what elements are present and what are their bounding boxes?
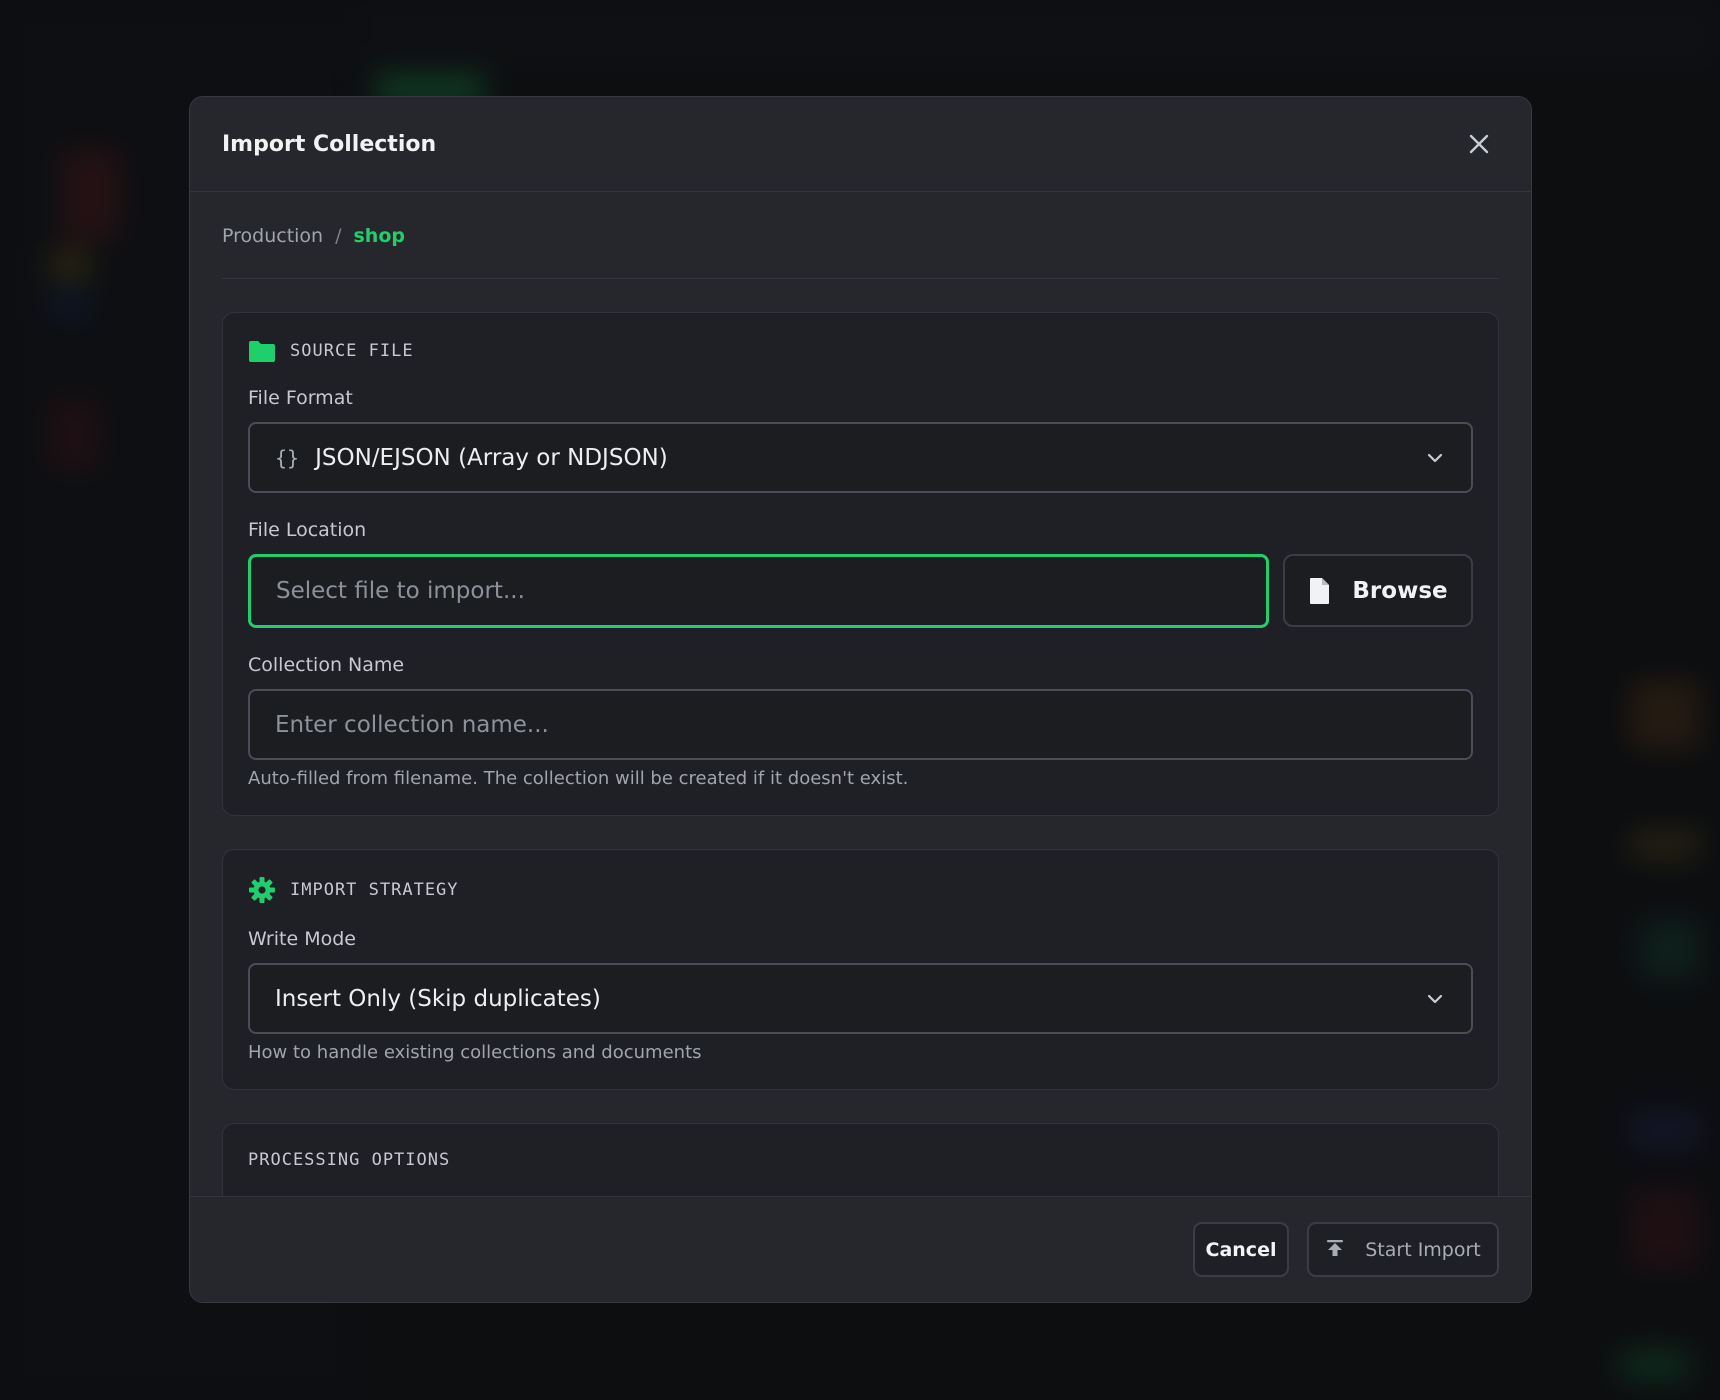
cancel-label: Cancel: [1205, 1238, 1277, 1261]
folder-icon: [249, 341, 275, 362]
processing-options-section: PROCESSING OPTIONS: [222, 1123, 1499, 1196]
breadcrumb-database: shop: [353, 224, 406, 247]
file-location-row: Browse: [248, 554, 1473, 628]
breadcrumb: Production / shop: [222, 193, 1499, 279]
close-icon: [1469, 134, 1489, 154]
source-file-title: SOURCE FILE: [290, 341, 414, 361]
collection-name-hint: Auto-filled from filename. The collectio…: [248, 768, 909, 789]
start-import-label: Start Import: [1365, 1238, 1481, 1261]
collection-name-input[interactable]: [248, 689, 1473, 760]
braces-icon: {}: [275, 445, 300, 470]
import-strategy-header: IMPORT STRATEGY: [248, 876, 1473, 904]
browse-button[interactable]: Browse: [1283, 554, 1473, 627]
source-file-header: SOURCE FILE: [248, 339, 1473, 363]
processing-options-title: PROCESSING OPTIONS: [248, 1150, 451, 1170]
file-format-select[interactable]: {} JSON/EJSON (Array or NDJSON): [248, 422, 1473, 493]
file-location-label: File Location: [248, 519, 367, 541]
close-button[interactable]: [1459, 124, 1499, 164]
upload-icon: [1327, 1239, 1344, 1256]
import-strategy-section: IMPORT STRATEGY Write Mode Insert Only (…: [222, 849, 1499, 1090]
file-format-label: File Format: [248, 387, 353, 409]
import-strategy-title: IMPORT STRATEGY: [290, 880, 459, 900]
processing-options-header: PROCESSING OPTIONS: [248, 1150, 1473, 1170]
modal-header: Import Collection: [190, 97, 1531, 192]
breadcrumb-separator: /: [335, 224, 342, 247]
write-mode-hint: How to handle existing collections and d…: [248, 1042, 702, 1063]
breadcrumb-connection: Production: [222, 224, 324, 247]
write-mode-value: Insert Only (Skip duplicates): [275, 985, 601, 1012]
file-location-input[interactable]: [248, 554, 1269, 628]
modal-title: Import Collection: [222, 131, 437, 157]
chevron-down-icon: [1427, 453, 1443, 462]
gear-icon: [249, 877, 275, 903]
write-mode-select[interactable]: Insert Only (Skip duplicates): [248, 963, 1473, 1034]
browse-label: Browse: [1352, 577, 1448, 604]
modal-footer: Cancel Start Import: [190, 1196, 1531, 1302]
chevron-down-icon: [1427, 994, 1443, 1003]
collection-name-label: Collection Name: [248, 654, 405, 676]
start-import-button[interactable]: Start Import: [1307, 1222, 1499, 1277]
file-icon: [1310, 577, 1330, 604]
write-mode-label: Write Mode: [248, 928, 356, 950]
cancel-button[interactable]: Cancel: [1193, 1222, 1289, 1277]
source-file-section: SOURCE FILE File Format {} JSON/EJSON (A…: [222, 312, 1499, 816]
modal-body: Production / shop SOURCE FILE File Forma…: [222, 193, 1499, 1196]
import-collection-modal: Import Collection Production / shop SOUR…: [189, 96, 1532, 1303]
file-format-value: JSON/EJSON (Array or NDJSON): [315, 444, 668, 471]
